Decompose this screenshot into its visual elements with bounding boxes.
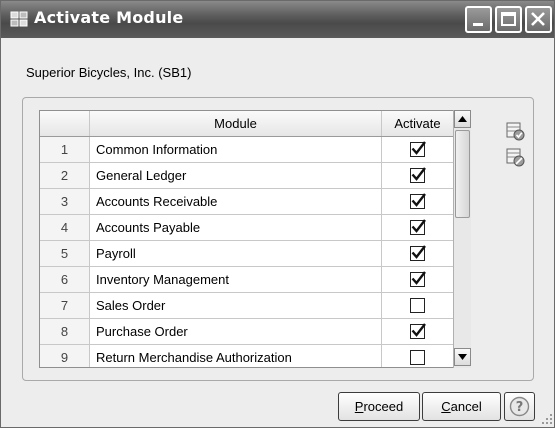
module-name[interactable]: Accounts Receivable [90,189,382,214]
grid-header: Module Activate [40,111,470,137]
checkmark-icon [411,167,426,181]
checkmark-icon [411,323,426,337]
activate-checkbox[interactable] [410,245,426,261]
svg-text:?: ? [516,400,524,415]
cancel-label: ancel [450,399,482,414]
module-name[interactable]: Payroll [90,241,382,266]
minimize-button[interactable] [465,6,492,33]
module-grid[interactable]: Module Activate 1 Common Information 2 Gene… [39,110,471,368]
maximize-icon [501,12,516,26]
activate-cell [382,267,454,292]
row-number: 4 [40,215,90,240]
scroll-down-button[interactable] [454,348,471,366]
module-name[interactable]: Sales Order [90,293,382,318]
table-row[interactable]: 9 Return Merchandise Authorization [40,345,470,367]
activate-module-window: Activate Module Superior Bicycles, Inc. … [0,0,555,428]
row-number: 3 [40,189,90,214]
activate-cell [382,163,454,188]
module-name[interactable]: General Ledger [90,163,382,188]
header-activate[interactable]: Activate [382,111,454,136]
activate-checkbox[interactable] [410,298,425,313]
cancel-button[interactable]: Cancel [422,392,501,421]
activate-cell [382,189,454,214]
activate-cell [382,137,454,162]
company-name: Superior Bicycles, Inc. (SB1) [26,65,192,80]
activate-cell [382,241,454,266]
activate-cell [382,293,454,318]
proceed-label: roceed [363,399,404,414]
table-row[interactable]: 2 General Ledger [40,163,470,189]
checkmark-icon [411,219,426,233]
scroll-thumb[interactable] [455,130,470,218]
maximize-button[interactable] [495,6,522,33]
module-name[interactable]: Purchase Order [90,319,382,344]
table-row[interactable]: 5 Payroll [40,241,470,267]
module-name[interactable]: Common Information [90,137,382,162]
arrow-up-icon [458,116,467,122]
header-module[interactable]: Module [90,111,382,136]
minimize-icon [473,23,483,26]
clear-all-icon[interactable] [505,147,525,167]
row-number: 9 [40,345,90,367]
activate-checkbox[interactable] [410,271,426,287]
table-row[interactable]: 7 Sales Order [40,293,470,319]
checkmark-icon [411,245,426,259]
activate-checkbox[interactable] [410,323,426,339]
window-title: Activate Module [34,8,184,27]
cancel-accelerator: C [441,399,451,414]
checkmark-icon [411,193,426,207]
module-name[interactable]: Return Merchandise Authorization [90,345,382,367]
module-name[interactable]: Inventory Management [90,267,382,292]
proceed-button[interactable]: Proceed [338,392,420,421]
table-row[interactable]: 3 Accounts Receivable [40,189,470,215]
help-icon: ? [509,396,530,417]
header-row-number [40,111,90,136]
activate-checkbox[interactable] [410,167,426,183]
row-number: 5 [40,241,90,266]
activate-cell [382,319,454,344]
row-number: 7 [40,293,90,318]
module-name[interactable]: Accounts Payable [90,215,382,240]
grid-scrollbar[interactable] [453,110,471,368]
help-button[interactable]: ? [504,392,535,421]
close-icon [531,12,545,26]
title-bar: Activate Module [1,1,554,38]
table-row[interactable]: 6 Inventory Management [40,267,470,293]
scroll-up-button[interactable] [454,110,471,128]
table-row[interactable]: 8 Purchase Order [40,319,470,345]
module-app-icon [10,11,28,27]
row-number: 8 [40,319,90,344]
activate-checkbox[interactable] [410,141,426,157]
arrow-down-icon [458,354,467,360]
row-number: 2 [40,163,90,188]
table-row[interactable]: 4 Accounts Payable [40,215,470,241]
activate-cell [382,215,454,240]
activate-cell [382,345,454,367]
checkmark-icon [411,141,426,155]
row-number: 6 [40,267,90,292]
close-button[interactable] [525,6,552,33]
resize-grip-icon[interactable] [541,413,553,425]
activate-checkbox[interactable] [410,193,426,209]
activate-checkbox[interactable] [410,219,426,235]
row-number: 1 [40,137,90,162]
select-all-icon[interactable] [505,121,525,141]
activate-checkbox[interactable] [410,350,425,365]
checkmark-icon [411,271,426,285]
table-row[interactable]: 1 Common Information [40,137,470,163]
